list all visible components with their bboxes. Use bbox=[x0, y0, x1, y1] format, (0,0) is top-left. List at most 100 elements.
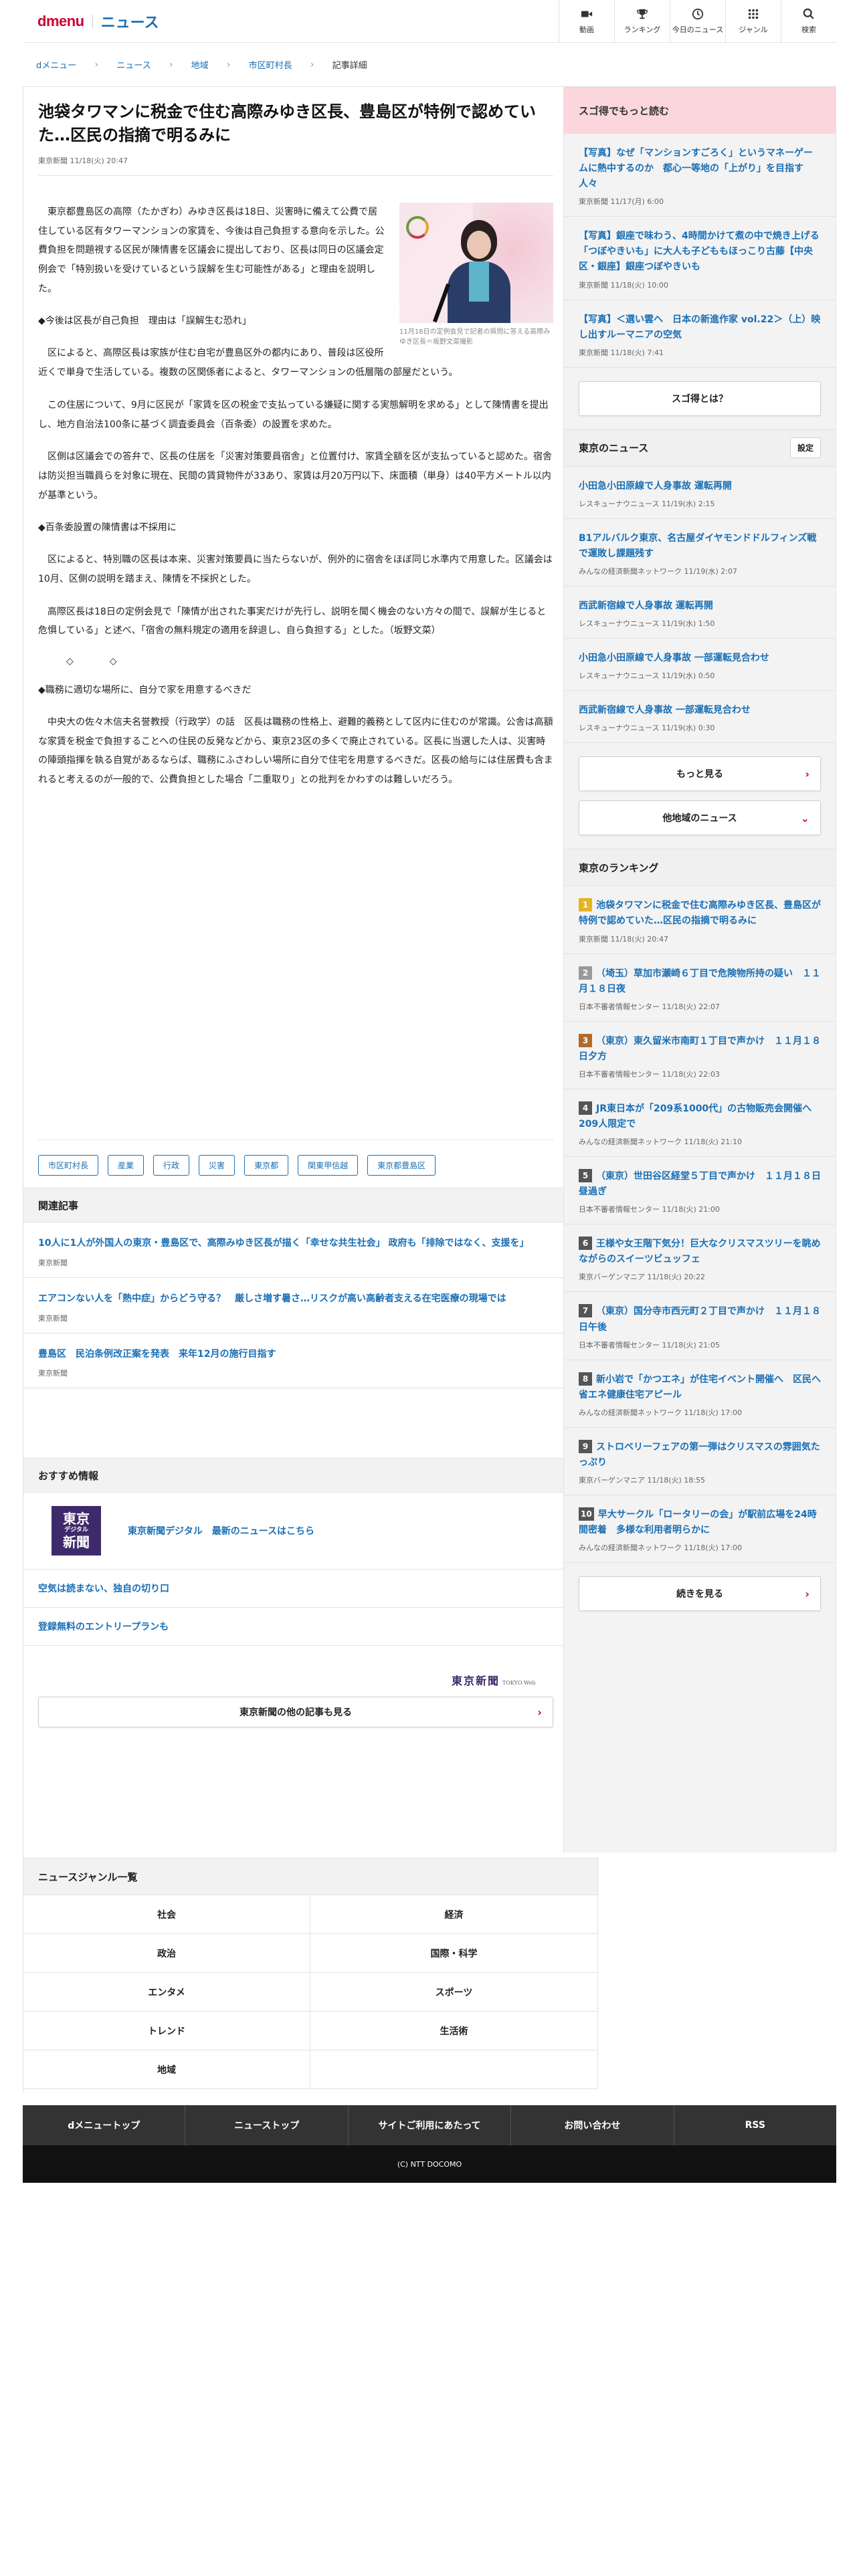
ranking-link[interactable]: 5 （東京）世田谷区経堂５丁目で声かけ １１月１８日昼過ぎ bbox=[579, 1169, 821, 1200]
related-link[interactable]: 豊島区 民泊条例改正案を発表 来年12月の施行目指す bbox=[38, 1347, 549, 1363]
genre-item[interactable]: トレンド bbox=[23, 2012, 310, 2050]
tokyo-news-link[interactable]: B1アルバルク東京、名古屋ダイヤモンドドルフィンズ戦で運敗し課題残す bbox=[579, 531, 821, 562]
mayor-photo[interactable] bbox=[399, 203, 553, 323]
tokyo-news-link[interactable]: 西武新宿線で人身事故 一部運転見合わせ bbox=[579, 703, 821, 718]
tokyo-news-item[interactable]: 小田急小田原線で人身事故 一部運転見合わせ レスキューナウニュース 11/19(… bbox=[564, 639, 836, 691]
ranking-item[interactable]: 9 ストロベリーフェアの第一弾はクリスマスの雰囲気たっぷり 東京バーゲンマニア 11… bbox=[564, 1427, 836, 1495]
tokyo-shimbun-digital-logo[interactable]: 東京 デジタル 新聞 bbox=[52, 1506, 101, 1555]
ranking-link[interactable]: 3 （東京）東久留米市南町１丁目で声かけ １１月１８日夕方 bbox=[579, 1033, 821, 1065]
genre-item[interactable]: 生活術 bbox=[310, 2012, 598, 2050]
more-news-button[interactable]: もっと見る › bbox=[579, 756, 821, 792]
ranking-title[interactable]: 王様や女王階下気分！巨大なクリスマスツリーを眺めながらのスイーツビュッフェ bbox=[579, 1239, 821, 1265]
related-item[interactable]: エアコンない人を「熱中症」からどう守る？ 厳しさ増す暑さ…リスクが高い高齢者支え… bbox=[23, 1278, 564, 1333]
tokyo-shimbun-logo[interactable]: 東京新聞 TOKYO Web bbox=[452, 1672, 535, 1688]
genre-item[interactable]: 社会 bbox=[23, 1895, 310, 1934]
genre-item[interactable]: 経済 bbox=[310, 1895, 598, 1934]
genre-item[interactable]: 地域 bbox=[23, 2050, 310, 2089]
article-photo[interactable]: 11月18日の定例会見で記者の質問に答える高際みゆき区長＝坂野文菜撮影 bbox=[399, 203, 553, 347]
footer-news-top[interactable]: ニューストップ bbox=[185, 2105, 349, 2145]
genre-item[interactable]: 国際・科学 bbox=[310, 1934, 598, 1973]
nav-genre[interactable]: ジャンル bbox=[725, 0, 781, 43]
ranking-title[interactable]: 池袋タワマンに税金で住む高際みゆき区長、豊島区が特例で認めていた…区民の指摘で明… bbox=[579, 900, 821, 926]
recommend-item[interactable]: 登録無料のエントリープランも bbox=[23, 1608, 564, 1646]
nav-today[interactable]: 今日のニュース bbox=[670, 0, 725, 43]
ranking-more-button[interactable]: 続きを見る › bbox=[579, 1576, 821, 1612]
breadcrumb-region[interactable]: 地域 bbox=[191, 58, 209, 71]
ranking-title[interactable]: 早大サークル「ロータリーの会」が駅前広場を24時間密着 多様な利用者明らかに bbox=[579, 1509, 817, 1535]
ranking-item[interactable]: 8 新小岩で「かつエネ」が住宅イベント開催へ 区民へ省エネ健康住宅アピール みんなの… bbox=[564, 1360, 836, 1428]
more-articles-button[interactable]: 東京新聞の他の記事も見る › bbox=[38, 1697, 553, 1727]
footer-rss[interactable]: RSS bbox=[674, 2105, 836, 2145]
ranking-item[interactable]: 2 （埼玉）草加市瀬崎６丁目で危険物所持の疑い １１月１８日夜 日本不審者情報センタ… bbox=[564, 954, 836, 1022]
tokyo-news-link[interactable]: 西武新宿線で人身事故 運転再開 bbox=[579, 599, 821, 614]
breadcrumb-news[interactable]: ニュース bbox=[116, 58, 151, 71]
tag-toshima[interactable]: 東京都豊島区 bbox=[367, 1155, 436, 1176]
ranking-title[interactable]: （東京）東久留米市南町１丁目で声かけ １１月１８日夕方 bbox=[579, 1036, 821, 1062]
ranking-item[interactable]: 5 （東京）世田谷区経堂５丁目で声かけ １１月１８日昼過ぎ 日本不審者情報センター … bbox=[564, 1157, 836, 1225]
ranking-title[interactable]: （東京）国分寺市西元町２丁目で声かけ １１月１８日午後 bbox=[579, 1306, 821, 1332]
related-item[interactable]: 10人に1人が外国人の東京・豊島区で、高際みゆき区長が描く「幸せな共生社会」 政… bbox=[23, 1222, 564, 1278]
tokyo-news-link[interactable]: 小田急小田原線で人身事故 運転再開 bbox=[579, 479, 821, 494]
recommend-link[interactable]: 登録無料のエントリープランも bbox=[38, 1622, 169, 1632]
sugotoku-item[interactable]: 【写真】銀座で味わう、4時間かけて煮の中で焼き上げる「つぼやきいも」に大人も子ど… bbox=[564, 217, 836, 300]
related-link[interactable]: エアコンない人を「熱中症」からどう守る？ 厳しさ増す暑さ…リスクが高い高齢者支え… bbox=[38, 1291, 549, 1307]
ranking-link[interactable]: 4 JR東日本が「209系1000代」の古物販売会開催へ 209人限定で bbox=[579, 1101, 821, 1132]
ranking-link[interactable]: 7 （東京）国分寺市西元町２丁目で声かけ １１月１８日午後 bbox=[579, 1304, 821, 1335]
tag-tokyo[interactable]: 東京都 bbox=[244, 1155, 289, 1176]
tag-mayor[interactable]: 市区町村長 bbox=[38, 1155, 99, 1176]
nav-search[interactable]: 検索 bbox=[781, 0, 836, 43]
ranking-link[interactable]: 6 王様や女王階下気分！巨大なクリスマスツリーを眺めながらのスイーツビュッフェ bbox=[579, 1237, 821, 1267]
ranking-item[interactable]: 4 JR東日本が「209系1000代」の古物販売会開催へ 209人限定で みんなの経… bbox=[564, 1089, 836, 1158]
news-logo[interactable]: ニュース bbox=[101, 11, 159, 32]
recommend-link[interactable]: 東京新聞デジタル 最新のニュースはこちら bbox=[128, 1524, 314, 1537]
ranking-item[interactable]: 3 （東京）東久留米市南町１丁目で声かけ １１月１８日夕方 日本不審者情報センター … bbox=[564, 1021, 836, 1089]
tag-disaster[interactable]: 災害 bbox=[199, 1155, 235, 1176]
ranking-link[interactable]: 8 新小岩で「かつエネ」が住宅イベント開催へ 区民へ省エネ健康住宅アピール bbox=[579, 1372, 821, 1403]
breadcrumb-mayor[interactable]: 市区町村長 bbox=[249, 58, 292, 71]
related-link[interactable]: 10人に1人が外国人の東京・豊島区で、高際みゆき区長が描く「幸せな共生社会」 政… bbox=[38, 1236, 549, 1252]
tokyo-news-item[interactable]: 小田急小田原線で人身事故 運転再開 レスキューナウニュース 11/19(水) 2… bbox=[564, 466, 836, 519]
footer-dmenu-top[interactable]: dメニュートップ bbox=[23, 2105, 186, 2145]
recommend-link[interactable]: 空気は読まない、独自の切り口 bbox=[38, 1584, 169, 1594]
recommend-item[interactable]: 空気は読まない、独自の切り口 bbox=[23, 1570, 564, 1608]
ranking-item[interactable]: 6 王様や女王階下気分！巨大なクリスマスツリーを眺めながらのスイーツビュッフェ 東京… bbox=[564, 1224, 836, 1293]
recommend-item[interactable]: 東京 デジタル 新聞 東京新聞デジタル 最新のニュースはこちら bbox=[23, 1493, 564, 1570]
sugotoku-about-button[interactable]: スゴ得とは？ bbox=[579, 381, 821, 416]
nav-ranking[interactable]: ランキング bbox=[614, 0, 670, 43]
ranking-link[interactable]: 2 （埼玉）草加市瀬崎６丁目で危険物所持の疑い １１月１８日夜 bbox=[579, 966, 821, 997]
related-item[interactable]: 豊島区 民泊条例改正案を発表 来年12月の施行目指す 東京新聞 bbox=[23, 1333, 564, 1389]
ranking-link[interactable]: 1 池袋タワマンに税金で住む高際みゆき区長、豊島区が特例で認めていた…区民の指摘で… bbox=[579, 898, 821, 929]
ranking-item[interactable]: 7 （東京）国分寺市西元町２丁目で声かけ １１月１８日午後 日本不審者情報センター … bbox=[564, 1292, 836, 1360]
sugotoku-link[interactable]: 【写真】なぜ「マンションすごろく」というマネーゲームに熱中するのか 都心一等地の… bbox=[579, 146, 821, 192]
site-logo[interactable]: dmenu ニュース bbox=[23, 11, 159, 32]
ranking-link[interactable]: 9 ストロベリーフェアの第一弾はクリスマスの雰囲気たっぷり bbox=[579, 1439, 821, 1471]
sugotoku-link[interactable]: 【写真】銀座で味わう、4時間かけて煮の中で焼き上げる「つぼやきいも」に大人も子ど… bbox=[579, 229, 821, 275]
tag-kanto[interactable]: 関東甲信越 bbox=[298, 1155, 359, 1176]
genre-item[interactable]: 政治 bbox=[23, 1934, 310, 1973]
sugotoku-link[interactable]: 【写真】＜選い雲へ 日本の新進作家 vol.22＞（上）映し出すルーマニアの空気 bbox=[579, 312, 821, 343]
nav-video[interactable]: 動画 bbox=[559, 0, 614, 43]
ranking-item[interactable]: 10 早大サークル「ロータリーの会」が駅前広場を24時間密着 多様な利用者明らかに… bbox=[564, 1495, 836, 1564]
ranking-title[interactable]: ストロベリーフェアの第一弾はクリスマスの雰囲気たっぷり bbox=[579, 1442, 820, 1468]
ranking-title[interactable]: 新小岩で「かつエネ」が住宅イベント開催へ 区民へ省エネ健康住宅アピール bbox=[579, 1374, 821, 1400]
tag-industry[interactable]: 産業 bbox=[108, 1155, 145, 1176]
tokyo-news-item[interactable]: B1アルバルク東京、名古屋ダイヤモンドドルフィンズ戦で運敗し課題残す みんなの経… bbox=[564, 518, 836, 587]
tag-administration[interactable]: 行政 bbox=[153, 1155, 190, 1176]
sugotoku-item[interactable]: 【写真】＜選い雲へ 日本の新進作家 vol.22＞（上）映し出すルーマニアの空気… bbox=[564, 300, 836, 368]
ranking-title[interactable]: JR東日本が「209系1000代」の古物販売会開催へ 209人限定で bbox=[579, 1103, 821, 1130]
ranking-item[interactable]: 1 池袋タワマンに税金で住む高際みゆき区長、豊島区が特例で認めていた…区民の指摘で… bbox=[564, 886, 836, 954]
sugotoku-item[interactable]: 【写真】なぜ「マンションすごろく」というマネーゲームに熱中するのか 都心一等地の… bbox=[564, 134, 836, 217]
genre-item[interactable]: スポーツ bbox=[310, 1973, 598, 2012]
ranking-link[interactable]: 10 早大サークル「ロータリーの会」が駅前広場を24時間密着 多様な利用者明らかに bbox=[579, 1507, 821, 1538]
breadcrumb-dmenu[interactable]: dメニュー bbox=[36, 58, 76, 71]
tokyo-news-item[interactable]: 西武新宿線で人身事故 運転再開 レスキューナウニュース 11/19(水) 1:5… bbox=[564, 586, 836, 639]
ranking-title[interactable]: （東京）世田谷区経堂５丁目で声かけ １１月１８日昼過ぎ bbox=[579, 1171, 821, 1197]
settings-button[interactable]: 設定 bbox=[789, 437, 821, 459]
genre-item[interactable]: エンタメ bbox=[23, 1973, 310, 2012]
footer-terms[interactable]: サイトご利用にあたって bbox=[349, 2105, 512, 2145]
footer-contact[interactable]: お問い合わせ bbox=[511, 2105, 674, 2145]
tokyo-news-item[interactable]: 西武新宿線で人身事故 一部運転見合わせ レスキューナウニュース 11/19(水)… bbox=[564, 691, 836, 744]
ranking-title[interactable]: （埼玉）草加市瀬崎６丁目で危険物所持の疑い １１月１８日夜 bbox=[579, 968, 821, 994]
tokyo-news-link[interactable]: 小田急小田原線で人身事故 一部運転見合わせ bbox=[579, 651, 821, 666]
dmenu-logo[interactable]: dmenu bbox=[37, 13, 84, 30]
